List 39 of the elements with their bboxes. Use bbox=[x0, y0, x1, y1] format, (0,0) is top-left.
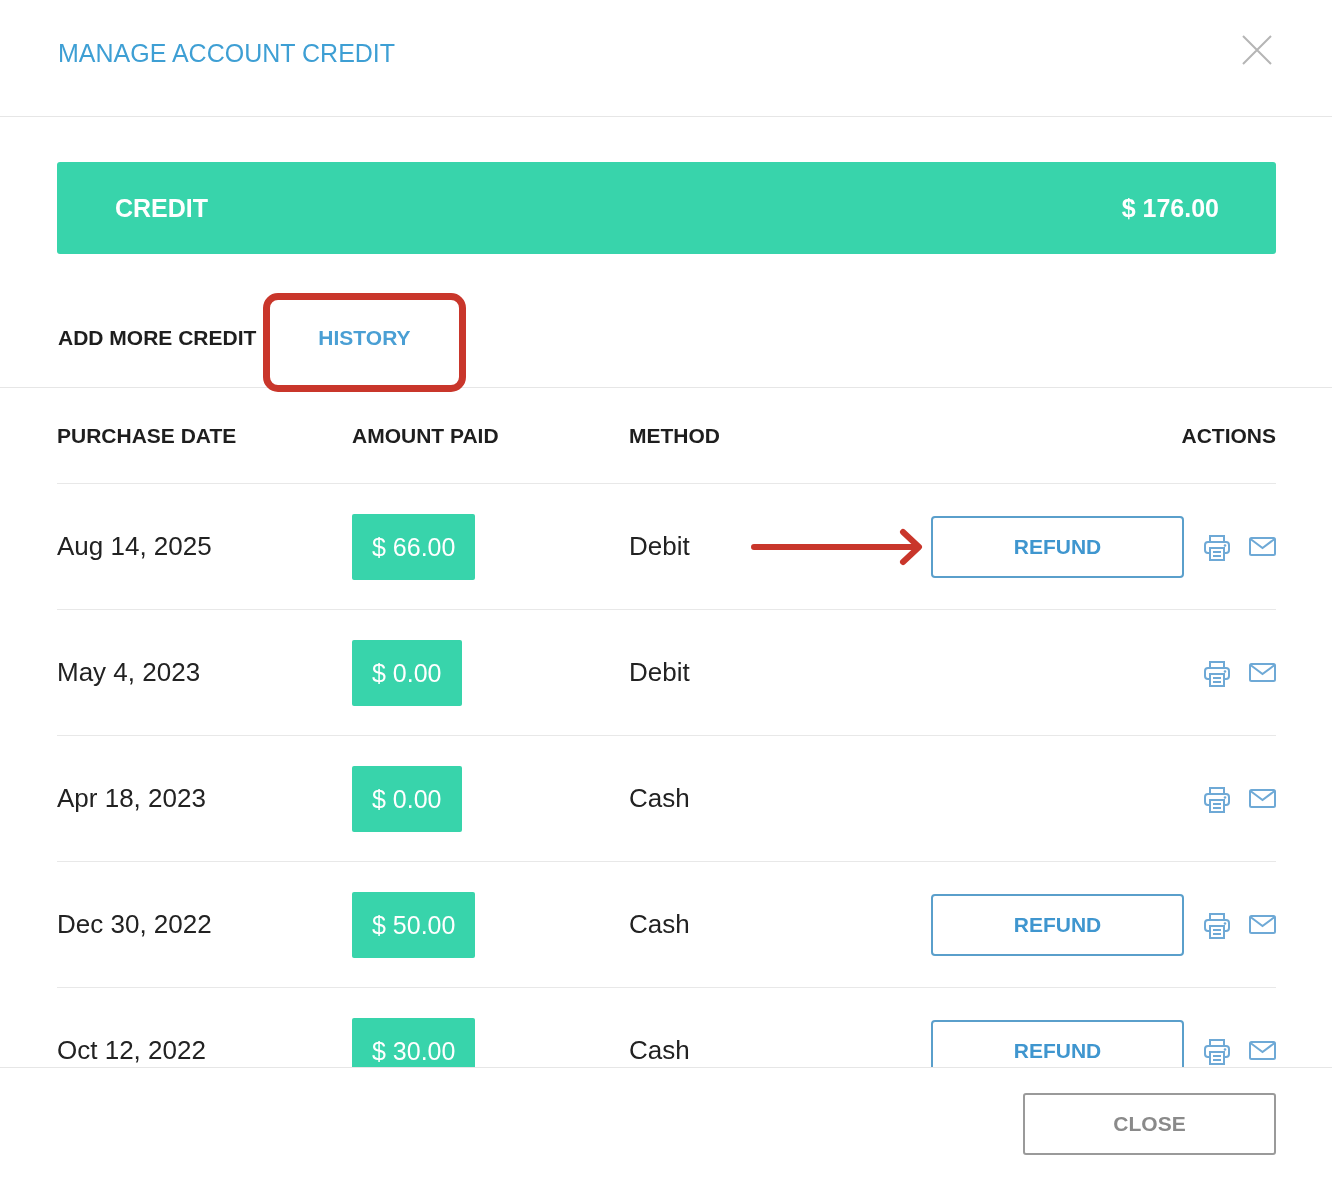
refund-button[interactable]: REFUND bbox=[931, 893, 1184, 956]
payment-method: Debit bbox=[629, 531, 690, 562]
payment-method: Debit bbox=[629, 657, 690, 688]
purchase-date: May 4, 2023 bbox=[57, 657, 201, 688]
printer-icon[interactable] bbox=[1203, 784, 1231, 813]
tab[interactable]: ADD MORE CREDIT bbox=[58, 313, 257, 363]
amount-badge: $ 50.00 bbox=[352, 891, 476, 958]
purchase-date: Apr 18, 2023 bbox=[57, 783, 206, 814]
printer-icon[interactable] bbox=[1203, 658, 1231, 687]
envelope-icon[interactable] bbox=[1249, 789, 1276, 808]
amount-badge: $ 0.00 bbox=[352, 639, 462, 706]
close-icon[interactable] bbox=[1242, 35, 1272, 65]
column-header: METHOD bbox=[629, 423, 720, 448]
purchase-date: Dec 30, 2022 bbox=[57, 909, 212, 940]
close-button[interactable]: CLOSE bbox=[1023, 1093, 1276, 1155]
amount-badge: $ 30.00 bbox=[352, 1017, 476, 1067]
tab[interactable]: HISTORY bbox=[274, 313, 455, 363]
envelope-icon[interactable] bbox=[1249, 915, 1276, 934]
payment-method: Cash bbox=[629, 909, 690, 940]
refund-button[interactable]: REFUND bbox=[931, 1019, 1184, 1067]
refund-button[interactable]: REFUND bbox=[931, 515, 1184, 578]
column-header: ACTIONS bbox=[1181, 423, 1276, 448]
purchase-date: Oct 12, 2022 bbox=[57, 1035, 206, 1066]
credit-amount: $ 176.00 bbox=[1121, 193, 1219, 223]
column-header: PURCHASE DATE bbox=[57, 423, 237, 448]
purchase-date: Aug 14, 2025 bbox=[57, 531, 212, 562]
printer-icon[interactable] bbox=[1203, 532, 1231, 561]
printer-icon[interactable] bbox=[1203, 1036, 1231, 1065]
printer-icon[interactable] bbox=[1203, 910, 1231, 939]
column-header: AMOUNT PAID bbox=[352, 423, 499, 448]
amount-badge: $ 0.00 bbox=[352, 765, 462, 832]
modal-title: MANAGE ACCOUNT CREDIT bbox=[58, 38, 396, 68]
amount-badge: $ 66.00 bbox=[352, 513, 476, 580]
payment-method: Cash bbox=[629, 783, 690, 814]
envelope-icon[interactable] bbox=[1249, 663, 1276, 682]
credit-label: CREDIT bbox=[115, 193, 209, 223]
payment-method: Cash bbox=[629, 1035, 690, 1066]
envelope-icon[interactable] bbox=[1249, 537, 1276, 556]
envelope-icon[interactable] bbox=[1249, 1041, 1276, 1060]
